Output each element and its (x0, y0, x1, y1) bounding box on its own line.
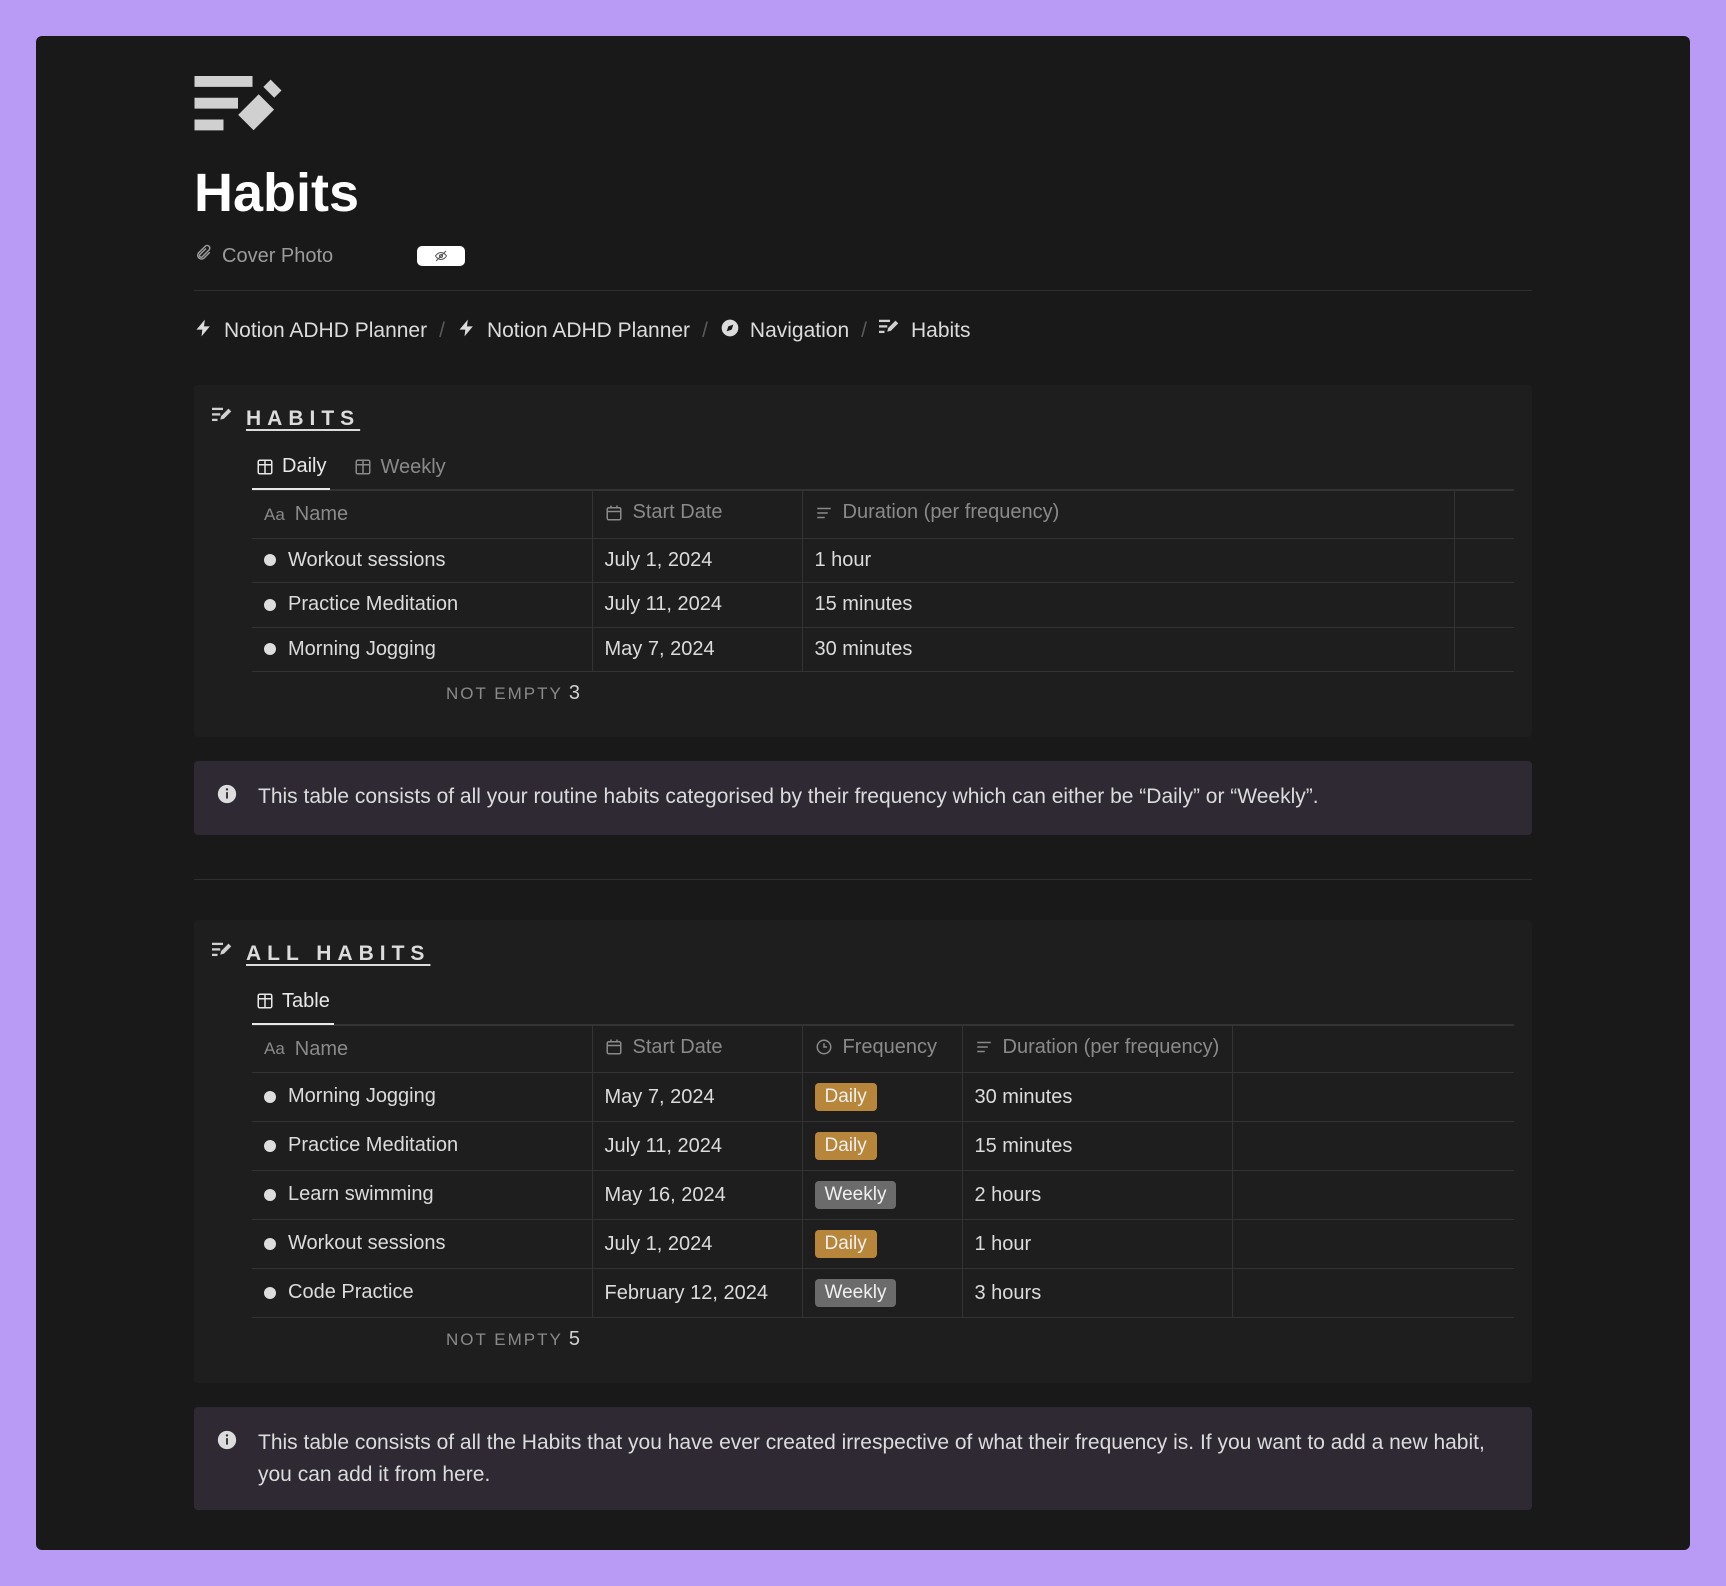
column-duration[interactable]: Duration (per frequency) (962, 1025, 1232, 1073)
text-aa-icon: Aa (264, 505, 285, 525)
all-habits-section: ALL HABITS Table AaName Start Date Frequ… (194, 920, 1532, 1384)
all-habits-table: AaName Start Date Frequency Duration (pe… (252, 1025, 1514, 1362)
table-row[interactable]: Practice Meditation July 11, 2024 Daily … (252, 1122, 1514, 1171)
bullet-icon (264, 1238, 276, 1250)
frequency-tag: Daily (815, 1230, 877, 1258)
bolt-icon (457, 318, 477, 344)
column-spacer (1455, 491, 1514, 539)
column-name[interactable]: AaName (252, 491, 592, 539)
table-row[interactable]: Learn swimming May 16, 2024 Weekly 2 hou… (252, 1171, 1514, 1220)
column-duration[interactable]: Duration (per frequency) (802, 491, 1455, 539)
habits-section-title[interactable]: HABITS (246, 407, 360, 431)
breadcrumb-separator: / (702, 319, 708, 343)
frequency-tag: Daily (815, 1083, 877, 1111)
habits-tabs: Daily Weekly (252, 447, 1514, 490)
habits-section: HABITS Daily Weekly AaName Start Date (194, 385, 1532, 737)
table-row[interactable]: Workout sessions July 1, 2024 Daily 1 ho… (252, 1220, 1514, 1269)
bullet-icon (264, 643, 276, 655)
info-icon (216, 1427, 238, 1461)
calendar-icon (605, 1038, 623, 1056)
breadcrumb-item-3[interactable]: Habits (879, 317, 971, 345)
bullet-icon (264, 554, 276, 566)
all-habits-callout: This table consists of all the Habits th… (194, 1407, 1532, 1510)
select-icon (815, 1038, 833, 1056)
lines-icon (815, 504, 833, 522)
table-row[interactable]: Morning Jogging May 7, 2024 30 minutes (252, 627, 1514, 672)
bolt-icon (194, 318, 214, 344)
callout-text: This table consists of all your routine … (258, 781, 1319, 813)
breadcrumb-item-0[interactable]: Notion ADHD Planner (194, 318, 427, 344)
pencil-list-icon (879, 317, 901, 345)
table-row[interactable]: Workout sessions July 1, 2024 1 hour (252, 538, 1514, 583)
compass-icon (720, 318, 740, 344)
bullet-icon (264, 1189, 276, 1201)
bullet-icon (264, 599, 276, 611)
frequency-tag: Weekly (815, 1279, 897, 1307)
frequency-tag: Weekly (815, 1181, 897, 1209)
callout-text: This table consists of all the Habits th… (258, 1427, 1510, 1490)
cover-photo-label: Cover Photo (222, 245, 333, 268)
divider (194, 879, 1532, 880)
tab-table[interactable]: Table (252, 982, 334, 1025)
habits-callout: This table consists of all your routine … (194, 761, 1532, 835)
breadcrumb-item-1[interactable]: Notion ADHD Planner (457, 318, 690, 344)
pencil-list-icon (212, 940, 234, 968)
all-habits-tabs: Table (252, 982, 1514, 1025)
table-row[interactable]: Code Practice February 12, 2024 Weekly 3… (252, 1269, 1514, 1318)
all-habits-title-row: ALL HABITS (212, 940, 430, 968)
column-start-date[interactable]: Start Date (592, 1025, 802, 1073)
info-icon (216, 781, 238, 815)
bullet-icon (264, 1287, 276, 1299)
table-row[interactable]: Morning Jogging May 7, 2024 Daily 30 min… (252, 1073, 1514, 1122)
calendar-icon (605, 504, 623, 522)
column-name[interactable]: AaName (252, 1025, 592, 1073)
text-aa-icon: Aa (264, 1039, 285, 1059)
habits-title-row: HABITS (212, 405, 360, 433)
page-content: Habits Cover Photo Notion ADHD Planner /… (118, 76, 1608, 1510)
attachment-icon (194, 244, 212, 268)
cover-photo-link[interactable]: Cover Photo (194, 244, 333, 268)
table-footer: NOT EMPTY3 (252, 672, 1514, 716)
page-icon (194, 76, 1532, 140)
pencil-list-icon (212, 405, 234, 433)
breadcrumb-separator: / (439, 319, 445, 343)
page-title: Habits (194, 162, 1532, 224)
bullet-icon (264, 1140, 276, 1152)
column-frequency[interactable]: Frequency (802, 1025, 962, 1073)
bullet-icon (264, 1091, 276, 1103)
tab-weekly[interactable]: Weekly (350, 447, 449, 489)
lines-icon (975, 1038, 993, 1056)
breadcrumb-separator: / (861, 319, 867, 343)
page-meta-row: Cover Photo (194, 244, 1532, 291)
all-habits-section-title[interactable]: ALL HABITS (246, 942, 430, 966)
breadcrumb-item-2[interactable]: Navigation (720, 318, 849, 344)
page-window: Habits Cover Photo Notion ADHD Planner /… (36, 36, 1690, 1550)
table-footer: NOT EMPTY5 (252, 1318, 1514, 1362)
column-start-date[interactable]: Start Date (592, 491, 802, 539)
frequency-tag: Daily (815, 1132, 877, 1160)
table-row[interactable]: Practice Meditation July 11, 2024 15 min… (252, 583, 1514, 628)
visibility-toggle[interactable] (417, 246, 465, 266)
breadcrumb: Notion ADHD Planner / Notion ADHD Planne… (194, 317, 1532, 345)
habits-table: AaName Start Date Duration (per frequenc… (252, 490, 1514, 715)
column-spacer (1232, 1025, 1514, 1073)
tab-daily[interactable]: Daily (252, 447, 330, 490)
